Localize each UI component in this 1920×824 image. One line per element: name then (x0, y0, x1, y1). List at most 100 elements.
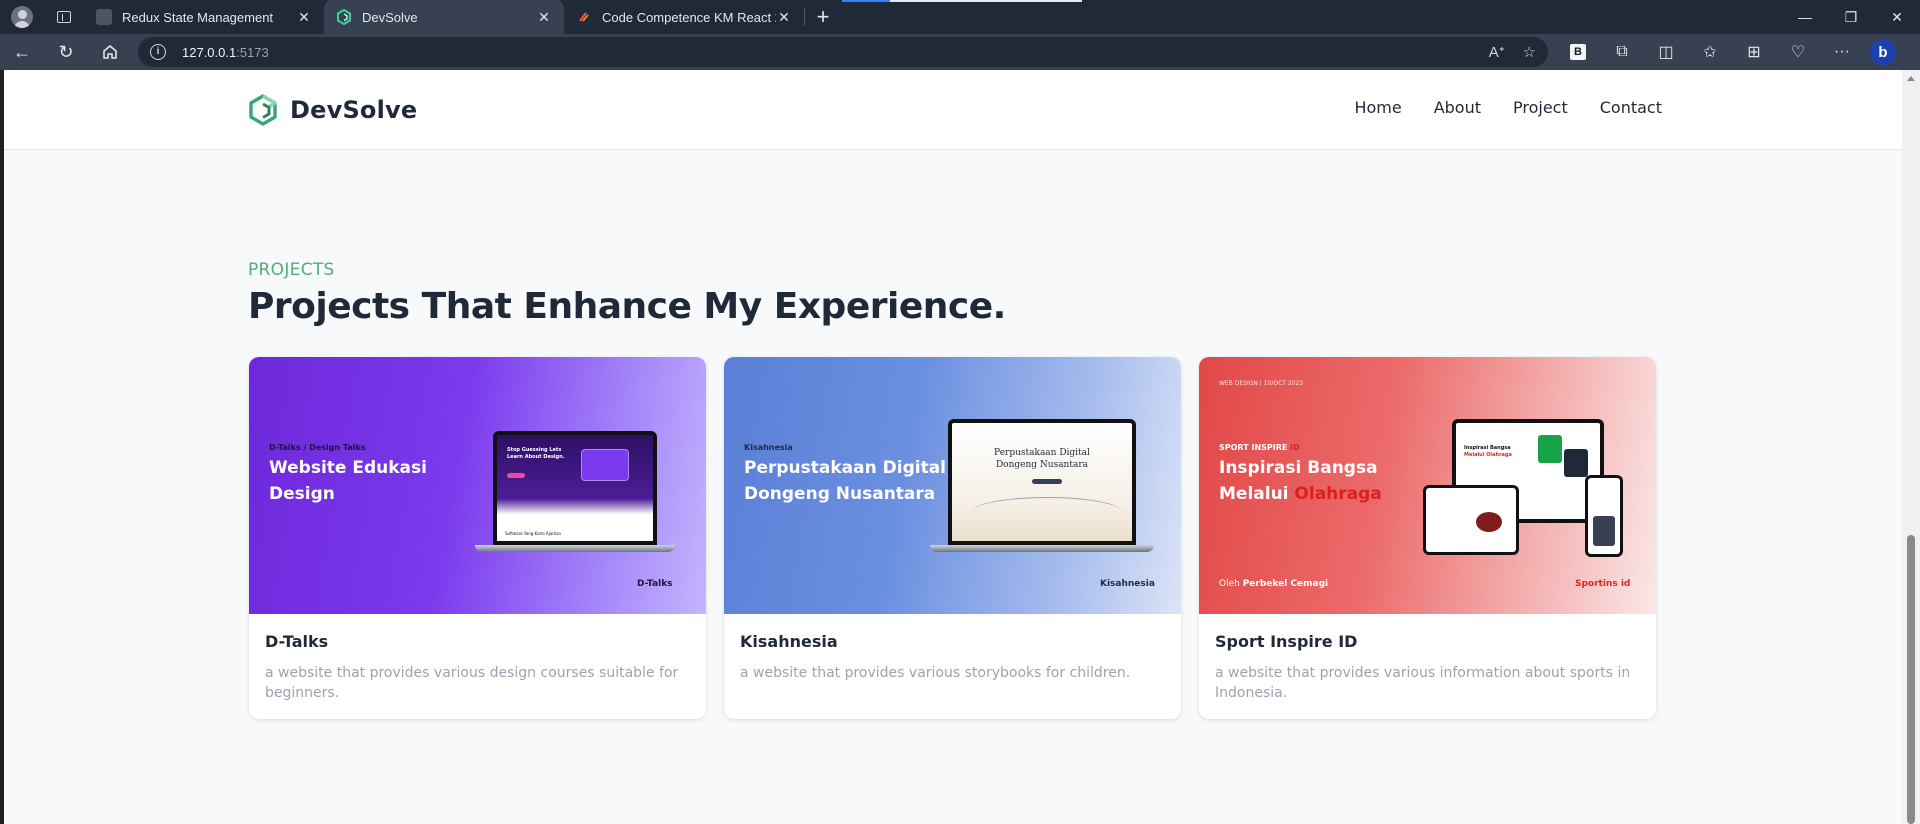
screen-book-illustration (972, 497, 1122, 527)
footer-left-2: Perbekel Cemagi (1242, 579, 1329, 589)
screen-text-2: Melalui Olahraga (1464, 452, 1512, 458)
restore-button[interactable]: ❐ (1828, 0, 1874, 34)
project-cards: D-Talks / Design Talks Website Edukasi D… (249, 357, 1656, 719)
project-title: Kisahnesia (740, 632, 838, 651)
screen-hero-text: Stop Guessing Lets Learn About Design. (507, 447, 565, 460)
project-banner-image: WEB DESIGN | 10/OCT 2023 SPORT INSPIRE I… (1199, 357, 1656, 614)
site-info-icon[interactable]: i (150, 44, 166, 60)
project-card-dtalks[interactable]: D-Talks / Design Talks Website Edukasi D… (249, 357, 706, 719)
loading-indicator (842, 0, 890, 2)
nav-project[interactable]: Project (1513, 98, 1568, 117)
browser-essentials-button[interactable]: ♡ (1776, 34, 1820, 70)
banner-headline-2: Dongeng Nusantara (744, 484, 936, 504)
banner-footer-right: Sportins id (1575, 579, 1631, 589)
banner-headline-2a: Melalui (1219, 484, 1295, 504)
tab-title: Redux State Management (122, 9, 274, 25)
window-controls: — ❐ ✕ (1782, 0, 1920, 34)
project-banner-image: D-Talks / Design Talks Website Edukasi D… (249, 357, 706, 614)
tab-devsolve[interactable]: DevSolve ✕ (324, 0, 564, 34)
reload-button[interactable]: ↻ (44, 34, 88, 70)
banner-small-text: Kisahnesia (744, 443, 793, 452)
tab-title: DevSolve (362, 9, 418, 25)
settings-menu-button[interactable]: ··· (1820, 34, 1864, 70)
scroll-thumb[interactable] (1907, 535, 1915, 824)
project-card-sport-inspire[interactable]: WEB DESIGN | 10/OCT 2023 SPORT INSPIRE I… (1199, 357, 1656, 719)
screen-title-1: Perpustakaan Digital (994, 448, 1090, 458)
browser-tab-bar: Redux State Management ✕ DevSolve ✕ Code… (0, 0, 1920, 34)
project-banner-image: Kisahnesia Perpustakaan Digital Dongeng … (724, 357, 1181, 614)
devsolve-favicon-icon (336, 8, 352, 26)
phone-photo (1593, 516, 1615, 546)
page-scrollbar[interactable] (1902, 70, 1920, 824)
new-tab-button[interactable]: + (805, 0, 841, 34)
more-dots-icon: ··· (1834, 43, 1850, 60)
footer-left-1: Oleh (1219, 579, 1243, 589)
tab-code-competence[interactable]: Code Competence KM React 2 - ✕ (564, 0, 804, 34)
page-viewport: DevSolve Home About Project Contact PROJ… (4, 70, 1902, 824)
banner-headline-2: Melalui Olahraga (1219, 481, 1382, 507)
main-nav: Home About Project Contact (1354, 98, 1662, 117)
bookmark-extension-button[interactable]: B (1556, 34, 1600, 70)
banner-headline-2: Design (269, 484, 335, 504)
screen-button-shape (1032, 479, 1062, 484)
url-host: 127.0.0.1 (182, 44, 237, 60)
code-competence-favicon-icon (576, 9, 592, 25)
screen-text-1: Inspirasi Bangsa (1464, 445, 1511, 451)
banner-small-2: ID (1290, 443, 1300, 452)
banner-headline-1: Inspirasi Bangsa (1219, 458, 1378, 478)
banner-footer: Kisahnesia (1100, 579, 1155, 589)
reload-icon: ↻ (58, 41, 74, 62)
tab-redux[interactable]: Redux State Management ✕ (84, 0, 324, 34)
devsolve-logo-icon (249, 94, 277, 126)
laptop-mockup: Perpustakaan Digital Dongeng Nusantara (930, 419, 1154, 552)
banner-small-text: D-Talks / Design Talks (269, 443, 366, 452)
close-icon[interactable]: ✕ (776, 9, 792, 25)
browser-toolbar: ← ↻ i 127.0.0.1:5173 A͏ᐩ ☆ B ⧉ ◫ ✩ ⊞ ♡ ·… (0, 34, 1920, 70)
collections-button[interactable]: ⊞ (1732, 34, 1776, 70)
profile-button[interactable] (0, 0, 44, 34)
close-window-button[interactable]: ✕ (1874, 0, 1920, 34)
nav-home[interactable]: Home (1354, 98, 1401, 117)
card-body: Kisahnesia a website that provides vario… (724, 614, 1181, 683)
favorites-button[interactable]: ✩ (1688, 34, 1732, 70)
banner-footer-left: Oleh Perbekel Cemagi (1219, 579, 1328, 589)
bookmark-b-icon: B (1570, 44, 1586, 60)
home-button[interactable] (88, 34, 132, 70)
favorite-star-icon[interactable]: ☆ (1523, 43, 1536, 61)
close-icon[interactable]: ✕ (536, 9, 552, 25)
read-aloud-icon[interactable]: A͏ᐩ (1489, 43, 1505, 61)
tab-actions-button[interactable] (44, 0, 84, 34)
address-bar[interactable]: i 127.0.0.1:5173 A͏ᐩ ☆ (138, 37, 1548, 67)
project-description: a website that provides various informat… (1215, 665, 1631, 701)
banner-headline-2b: Olahraga (1294, 484, 1382, 504)
nav-contact[interactable]: Contact (1600, 98, 1662, 117)
phone-mockup (1585, 475, 1623, 557)
extensions-button[interactable]: ⧉ (1600, 34, 1644, 70)
split-screen-button[interactable]: ◫ (1644, 34, 1688, 70)
project-card-kisahnesia[interactable]: Kisahnesia Perpustakaan Digital Dongeng … (724, 357, 1181, 719)
banner-headline-1: Perpustakaan Digital (744, 458, 946, 478)
scroll-up-arrow-icon[interactable] (1907, 76, 1915, 81)
project-title: Sport Inspire ID (1215, 632, 1358, 651)
project-description: a website that provides various storyboo… (740, 665, 1131, 681)
screen-title-2: Dongeng Nusantara (995, 460, 1089, 470)
tab-title: Code Competence KM React 2 - (602, 9, 776, 25)
close-icon[interactable]: ✕ (296, 9, 312, 25)
collections-icon: ⊞ (1747, 44, 1761, 61)
back-button[interactable]: ← (0, 34, 44, 70)
banner-small-1: SPORT INSPIRE (1219, 443, 1288, 452)
project-title: D-Talks (265, 632, 329, 651)
project-description: a website that provides various design c… (265, 665, 679, 701)
site-header: DevSolve Home About Project Contact (4, 70, 1902, 150)
nav-about[interactable]: About (1434, 98, 1481, 117)
banner-footer: D-Talks (637, 579, 673, 589)
banner-top-text: WEB DESIGN | 10/OCT 2023 (1219, 380, 1304, 387)
copilot-button[interactable]: b (1870, 39, 1896, 65)
laptop-mockup: Stop Guessing Lets Learn About Design. S… (475, 431, 675, 552)
brand[interactable]: DevSolve (248, 94, 417, 126)
section-title: Projects That Enhance My Experience. (248, 286, 1006, 327)
minimize-button[interactable]: — (1782, 0, 1828, 34)
laptop-base (930, 545, 1154, 552)
redux-favicon-icon (96, 9, 112, 25)
banner-headline-1: Website Edukasi (269, 458, 427, 478)
